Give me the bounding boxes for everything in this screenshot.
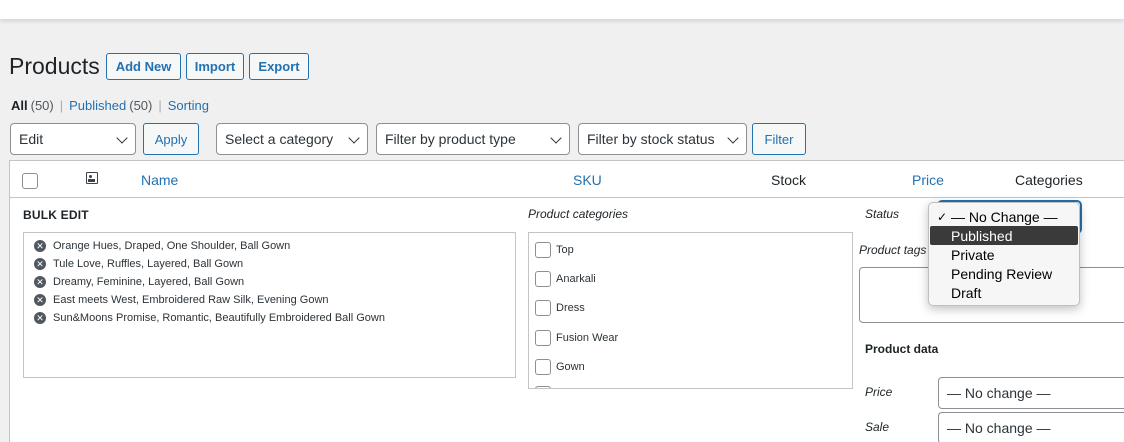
status-dropdown-menu: ✓ — No Change — Published Private Pendin…: [928, 202, 1080, 306]
category-item[interactable]: [535, 386, 556, 388]
category-checkbox[interactable]: [535, 271, 551, 287]
list-item-label: Tule Love, Ruffles, Layered, Ball Gown: [53, 258, 244, 270]
sale-select[interactable]: — No change —: [938, 412, 1124, 442]
category-item[interactable]: Dress: [535, 300, 585, 316]
view-published-count: (50): [129, 98, 153, 113]
stock-status-filter-value: Filter by stock status: [587, 131, 715, 147]
apply-button[interactable]: Apply: [143, 123, 199, 155]
remove-circle-icon[interactable]: ✕: [34, 240, 46, 252]
category-label: Fusion Wear: [556, 332, 619, 344]
status-option-label: — No Change —: [951, 208, 1058, 225]
status-option-draft[interactable]: Draft: [930, 283, 1078, 302]
category-item[interactable]: Top: [535, 242, 574, 258]
column-categories: Categories: [1015, 172, 1083, 188]
chevron-down-icon: [116, 132, 128, 144]
view-filters: All (50) | Published (50) | Sorting: [11, 98, 209, 113]
checkmark-icon: ✓: [937, 209, 948, 224]
category-checkbox[interactable]: [535, 359, 551, 375]
product-categories-list: Top Anarkali Dress Fusion Wear Gown: [528, 232, 853, 389]
price-select-value: — No change —: [947, 385, 1051, 401]
category-item[interactable]: Anarkali: [535, 271, 596, 287]
product-data-title: Product data: [865, 342, 939, 356]
products-table: Name SKU Stock Price Categories BULK EDI…: [9, 160, 1124, 442]
remove-circle-icon[interactable]: ✕: [34, 294, 46, 306]
view-separator: |: [158, 98, 162, 113]
list-item: ✕ Sun&Moons Promise, Romantic, Beautiful…: [24, 309, 515, 327]
column-sku[interactable]: SKU: [573, 172, 602, 188]
price-select[interactable]: — No change —: [938, 377, 1124, 409]
table-header: Name SKU Stock Price Categories: [10, 161, 1124, 198]
view-all[interactable]: All: [11, 98, 28, 113]
chevron-down-icon: [550, 132, 562, 144]
product-categories-label: Product categories: [528, 207, 629, 221]
bulk-action-value: Edit: [19, 131, 44, 147]
list-item-label: Dreamy, Feminine, Layered, Ball Gown: [53, 276, 245, 288]
select-all-checkbox[interactable]: [22, 173, 38, 189]
product-type-filter-select[interactable]: Filter by product type: [376, 123, 570, 155]
category-item[interactable]: Gown: [535, 359, 585, 375]
export-button[interactable]: Export: [249, 53, 309, 80]
stock-status-filter-select[interactable]: Filter by stock status: [578, 123, 747, 155]
product-tags-label: Product tags: [859, 243, 927, 257]
view-all-count: (50): [30, 98, 54, 113]
category-label: Dress: [556, 302, 585, 314]
image-icon: [86, 172, 98, 184]
chevron-down-icon: [348, 132, 360, 144]
remove-circle-icon[interactable]: ✕: [34, 312, 46, 324]
view-separator: |: [59, 98, 64, 113]
view-sorting[interactable]: Sorting: [168, 98, 209, 113]
admin-top-bar: [0, 0, 1124, 19]
list-item: ✕ East meets West, Embroidered Raw Silk,…: [24, 291, 515, 309]
column-name[interactable]: Name: [141, 172, 178, 188]
bulk-edit-title: BULK EDIT: [23, 208, 89, 222]
category-label: Gown: [556, 361, 585, 373]
category-label: Top: [556, 244, 574, 256]
import-button[interactable]: Import: [186, 53, 244, 80]
status-option-pending-review[interactable]: Pending Review: [930, 264, 1078, 283]
price-label: Price: [865, 385, 893, 399]
category-item[interactable]: Fusion Wear: [535, 330, 618, 346]
list-item-label: Sun&Moons Promise, Romantic, Beautifully…: [53, 312, 385, 324]
category-checkbox[interactable]: [535, 242, 551, 258]
status-option-private[interactable]: Private: [930, 245, 1078, 264]
category-filter-select[interactable]: Select a category: [216, 123, 368, 155]
product-type-filter-value: Filter by product type: [385, 131, 516, 147]
list-item: ✕ Dreamy, Feminine, Layered, Ball Gown: [24, 273, 515, 291]
list-item: ✕ Tule Love, Ruffles, Layered, Ball Gown: [24, 255, 515, 273]
sale-select-value: — No change —: [947, 420, 1051, 436]
filter-button[interactable]: Filter: [752, 123, 806, 155]
status-option-published[interactable]: Published: [930, 226, 1078, 245]
remove-circle-icon[interactable]: ✕: [34, 276, 46, 288]
category-label: Anarkali: [556, 273, 596, 285]
bulk-action-select[interactable]: Edit: [10, 123, 136, 155]
list-item-label: Orange Hues, Draped, One Shoulder, Ball …: [53, 240, 291, 252]
sale-label: Sale: [865, 420, 890, 434]
list-item-label: East meets West, Embroidered Raw Silk, E…: [53, 294, 329, 306]
status-label: Status: [865, 207, 900, 221]
remove-circle-icon[interactable]: ✕: [34, 258, 46, 270]
bulk-edit-product-list: ✕ Orange Hues, Draped, One Shoulder, Bal…: [23, 232, 516, 378]
list-item: ✕ Orange Hues, Draped, One Shoulder, Bal…: [24, 237, 515, 255]
category-checkbox[interactable]: [535, 300, 551, 316]
column-stock: Stock: [771, 172, 807, 188]
view-published[interactable]: Published: [69, 98, 126, 113]
category-checkbox[interactable]: [535, 330, 551, 346]
category-filter-value: Select a category: [225, 131, 334, 147]
category-checkbox[interactable]: [535, 386, 551, 388]
status-option-no-change[interactable]: ✓ — No Change —: [930, 207, 1078, 226]
column-price[interactable]: Price: [912, 172, 944, 188]
page-title: Products: [9, 53, 100, 79]
chevron-down-icon: [727, 132, 739, 144]
add-new-button[interactable]: Add New: [106, 53, 181, 80]
